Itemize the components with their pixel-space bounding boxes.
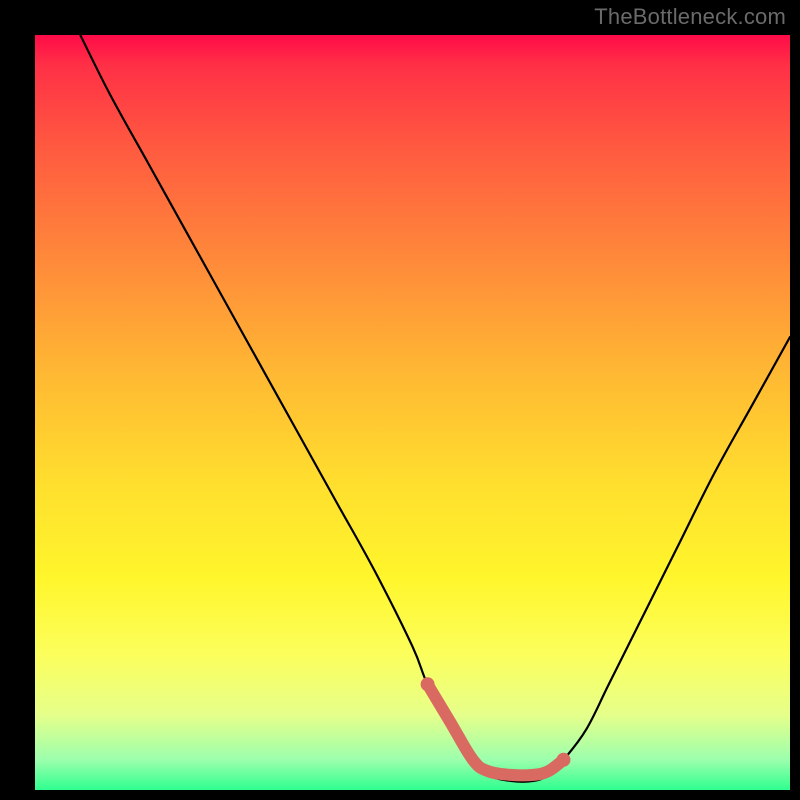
attribution-text: TheBottleneck.com: [594, 4, 786, 30]
chart-frame: TheBottleneck.com: [0, 0, 800, 800]
plot-gradient-background: [35, 35, 790, 790]
